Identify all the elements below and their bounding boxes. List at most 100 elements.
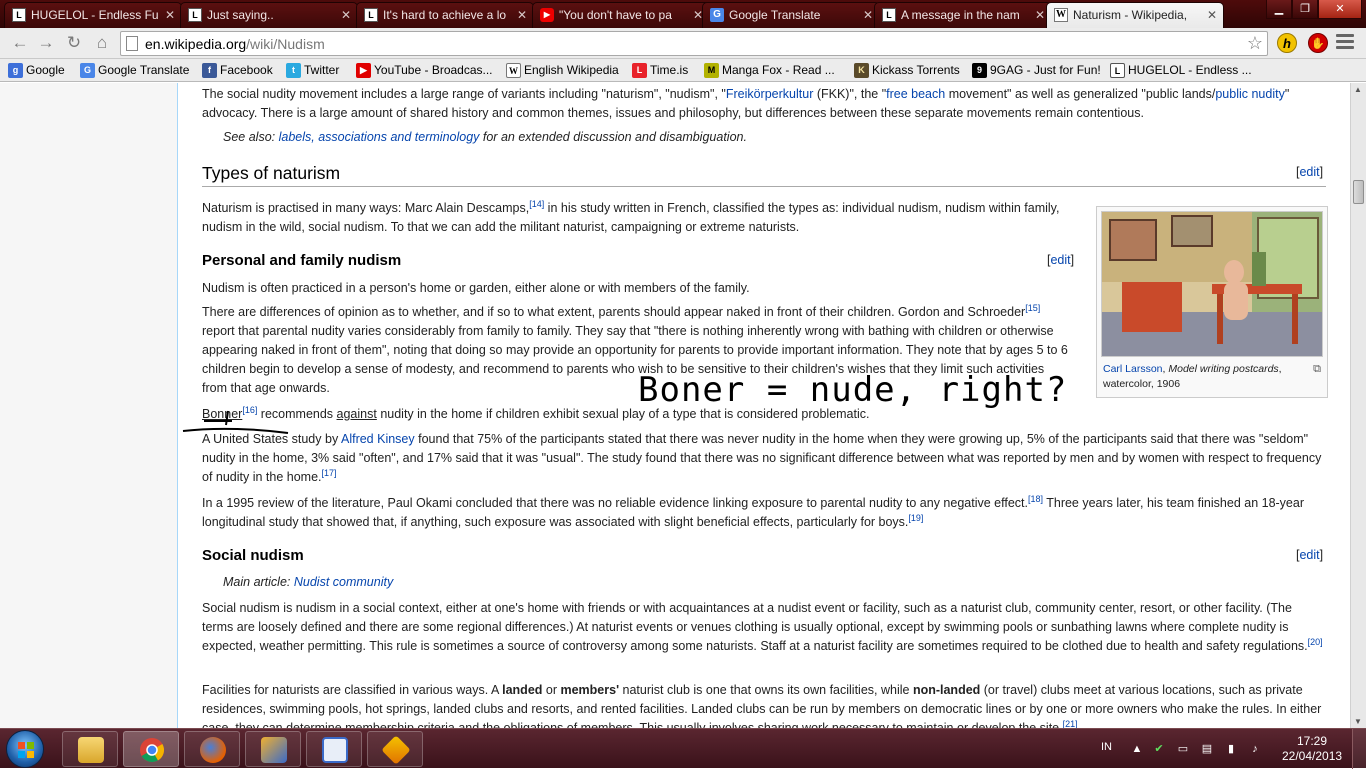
address-bar[interactable]: en.wikipedia.org/wiki/Nudism ☆	[120, 31, 1268, 56]
scroll-down-arrow-icon[interactable]: ▼	[1354, 717, 1362, 726]
bookmark-label: Twitter	[304, 63, 340, 77]
tab-close-icon[interactable]: ✕	[1207, 4, 1217, 26]
tab-close-icon[interactable]: ✕	[165, 4, 175, 26]
link-alfred-kinsey[interactable]: Alfred Kinsey	[341, 432, 415, 446]
thumbnail-caption: Carl Larsson, Model writing postcards, w…	[1103, 363, 1282, 390]
bookmark-google[interactable]: g Google	[6, 62, 65, 79]
citation-14[interactable]: [14]	[529, 199, 544, 209]
close-window-button[interactable]: ✕	[1318, 0, 1362, 19]
taskbar-app-6[interactable]	[367, 731, 423, 767]
tab-naturism-wikipedia[interactable]: W Naturism - Wikipedia, ✕	[1046, 2, 1224, 28]
personal-paragraph-1: Nudism is often practiced in a person's …	[202, 281, 750, 295]
intro-paragraph: The social nudity movement includes a la…	[202, 87, 1290, 120]
tab-message[interactable]: L A message in the nam ✕	[874, 2, 1052, 28]
citation-21[interactable]: [21]	[1063, 719, 1078, 728]
citation-19[interactable]: [19]	[908, 513, 923, 523]
bookmark-label: Manga Fox - Read ...	[722, 63, 835, 77]
bookmark-manga-fox[interactable]: M Manga Fox - Read ...	[702, 62, 835, 79]
youtube-icon: ▶	[540, 8, 554, 22]
edit-section-types[interactable]: [edit]	[1296, 165, 1323, 179]
tray-status-icon[interactable]: ✔	[1152, 742, 1166, 756]
9gag-icon: 9	[972, 63, 987, 78]
enlarge-icon[interactable]: ⧉	[1313, 363, 1321, 376]
window-controls: ▁ ❐ ✕	[1266, 0, 1362, 20]
google-icon: g	[8, 63, 23, 78]
bookmark-youtube[interactable]: ▶ YouTube - Broadcas...	[354, 62, 493, 79]
tab-title: It's hard to achieve a lo	[383, 8, 507, 22]
clock[interactable]: 17:29 22/04/2013	[1282, 734, 1342, 764]
tab-close-icon[interactable]: ✕	[1035, 4, 1045, 26]
tab-just-saying[interactable]: L Just saying.. ✕	[180, 2, 358, 28]
citation-15[interactable]: [15]	[1025, 303, 1040, 313]
link-freikorperkultur[interactable]: Freikörperkultur	[726, 87, 814, 101]
minimize-button[interactable]: ▁	[1266, 0, 1292, 19]
hola-extension-icon[interactable]: h	[1277, 33, 1297, 53]
section-heading-types: Types of naturism	[202, 161, 1326, 187]
home-icon[interactable]: ⌂	[90, 32, 114, 54]
edit-link[interactable]: edit	[1299, 548, 1319, 562]
windows-start-button[interactable]	[6, 730, 44, 768]
taskbar-firefox[interactable]	[184, 731, 240, 767]
edit-link[interactable]: edit	[1299, 165, 1319, 179]
page-icon	[126, 36, 138, 51]
tray-volume-icon[interactable]: ♪	[1248, 742, 1262, 756]
section-heading-personal: Personal and family nudism	[202, 252, 402, 269]
back-arrow-icon[interactable]: ←	[8, 32, 32, 54]
types-paragraph: Naturism is practised in many ways: Marc…	[202, 198, 1060, 234]
vertical-scrollbar[interactable]: ▲ ▼	[1350, 83, 1366, 728]
link-public-nudity[interactable]: public nudity	[1215, 87, 1285, 101]
edit-link[interactable]: edit	[1050, 253, 1070, 267]
tab-youtube[interactable]: ▶ "You don't have to pa ✕	[532, 2, 710, 28]
adblock-extension-icon[interactable]: ✋	[1308, 33, 1328, 53]
bookmark-star-icon[interactable]: ☆	[1247, 33, 1263, 54]
bookmark-9gag[interactable]: 9 9GAG - Just for Fun!	[970, 62, 1101, 79]
taskbar-app-5[interactable]	[306, 731, 362, 767]
edit-section-social[interactable]: [edit]	[1296, 548, 1323, 562]
taskbar-app-4[interactable]	[245, 731, 301, 767]
link-nudist-community[interactable]: Nudist community	[294, 575, 393, 589]
folder-icon	[78, 737, 104, 763]
tab-title: HUGELOL - Endless Fu	[31, 8, 159, 22]
bookmark-time-is[interactable]: L Time.is	[630, 62, 688, 79]
input-language[interactable]: IN	[1101, 741, 1112, 753]
tab-close-icon[interactable]: ✕	[863, 4, 873, 26]
tab-close-icon[interactable]: ✕	[341, 4, 351, 26]
tray-device-icon[interactable]: ▤	[1200, 742, 1214, 756]
tray-arrow-icon[interactable]: ▲	[1130, 742, 1144, 756]
bookmark-facebook[interactable]: f Facebook	[200, 62, 273, 79]
citation-18[interactable]: [18]	[1028, 494, 1043, 504]
link-labels-associations[interactable]: labels, associations and terminology	[279, 130, 480, 144]
url-text[interactable]: en.wikipedia.org/wiki/Nudism	[145, 35, 325, 53]
bookmark-twitter[interactable]: t Twitter	[284, 62, 339, 79]
menu-icon[interactable]	[1336, 34, 1354, 52]
bookmark-hugelol[interactable]: L HUGELOL - Endless ...	[1108, 62, 1252, 79]
bookmark-label: 9GAG - Just for Fun!	[990, 63, 1101, 77]
taskbar-explorer[interactable]	[62, 731, 118, 767]
bookmark-google-translate[interactable]: G Google Translate	[78, 62, 189, 79]
bookmark-label: HUGELOL - Endless ...	[1128, 63, 1252, 77]
bookmark-kickass-torrents[interactable]: K Kickass Torrents	[852, 62, 960, 79]
tab-close-icon[interactable]: ✕	[517, 4, 527, 26]
forward-arrow-icon[interactable]: →	[34, 32, 58, 54]
carl-larsson-painting-image[interactable]	[1101, 211, 1323, 357]
tab-hugelol[interactable]: L HUGELOL - Endless Fu ✕	[4, 2, 182, 28]
edit-section-personal[interactable]: [edit]	[1047, 253, 1074, 267]
citation-17[interactable]: [17]	[322, 468, 337, 478]
reload-icon[interactable]: ↻	[62, 32, 86, 54]
tab-google-translate[interactable]: G Google Translate ✕	[702, 2, 880, 28]
bookmark-english-wikipedia[interactable]: W English Wikipedia	[504, 62, 619, 79]
social-paragraph-2: Facilities for naturists are classified …	[202, 683, 1322, 728]
scroll-up-arrow-icon[interactable]: ▲	[1354, 85, 1362, 94]
handwritten-underline-strokes	[182, 410, 289, 434]
taskbar-chrome[interactable]	[123, 731, 179, 767]
link-carl-larsson[interactable]: Carl Larsson	[1103, 363, 1163, 375]
scrollbar-thumb[interactable]	[1353, 180, 1364, 204]
maximize-button[interactable]: ❐	[1292, 0, 1318, 19]
tray-signal-icon[interactable]: ▮	[1224, 742, 1238, 756]
tab-hard-to-achieve[interactable]: L It's hard to achieve a lo ✕	[356, 2, 534, 28]
tray-network-icon[interactable]: ▭	[1176, 742, 1190, 756]
show-desktop-button[interactable]	[1352, 729, 1366, 769]
link-free-beach[interactable]: free beach	[886, 87, 945, 101]
painting-illustration	[1102, 212, 1322, 356]
citation-20[interactable]: [20]	[1308, 637, 1323, 647]
